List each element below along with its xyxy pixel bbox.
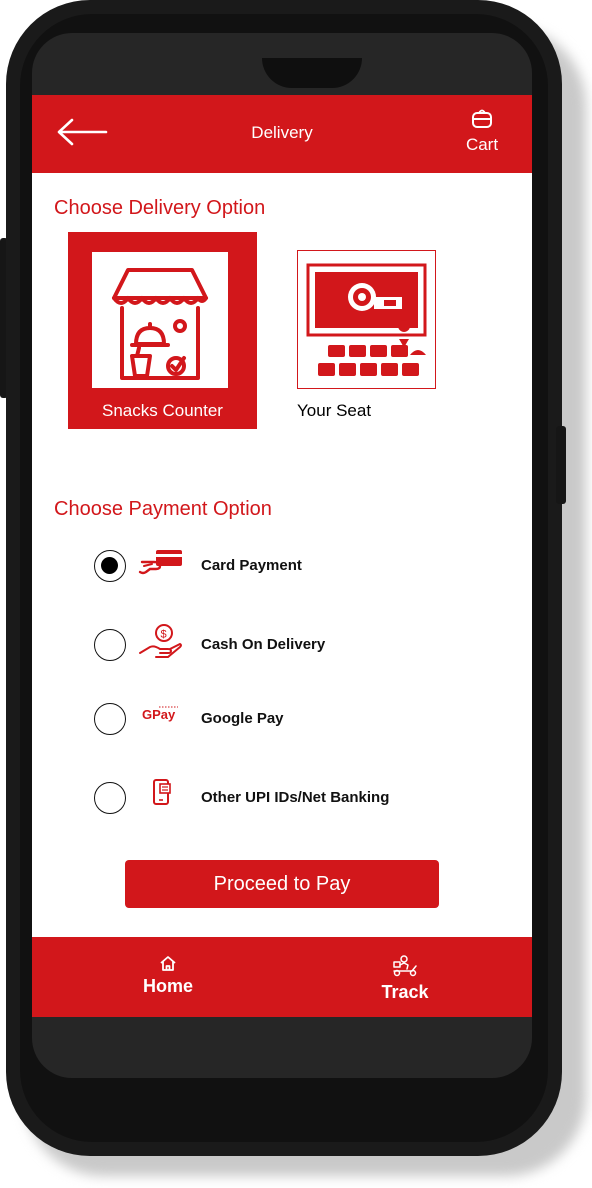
nav-home-label: Home — [142, 976, 193, 996]
svg-text:$: $ — [161, 629, 167, 641]
card-payment-label: Card Payment — [201, 557, 302, 574]
delivery-option-your-seat[interactable]: Your Seat — [297, 250, 436, 430]
nav-track[interactable]: Track — [355, 955, 455, 1003]
cash-hand-icon: $ — [139, 624, 182, 658]
nav-track-label: Track — [381, 982, 429, 1002]
cart-bag-icon — [472, 109, 492, 128]
delivery-scooter-icon — [393, 955, 417, 977]
app-screen: Delivery Cart Choose Delivery Option Sna… — [32, 95, 532, 1017]
cash-on-delivery-radio[interactable] — [94, 629, 126, 661]
nav-home[interactable]: Home — [118, 955, 218, 997]
google-pay-label: Google Pay — [201, 710, 284, 727]
your-seat-label: Your Seat — [297, 401, 372, 420]
bottom-navigation: Home Track — [32, 937, 532, 1017]
google-pay-radio[interactable] — [94, 703, 126, 735]
cart-button[interactable]: Cart — [460, 109, 504, 154]
upi-netbanking-label: Other UPI IDs/Net Banking — [201, 789, 390, 806]
card-payment-icon — [138, 550, 182, 575]
app-header: Delivery Cart — [32, 95, 532, 173]
proceed-to-pay-button[interactable]: Proceed to Pay — [125, 860, 439, 908]
snacks-counter-label: Snacks Counter — [102, 401, 223, 420]
phone-side-button-right — [556, 426, 566, 504]
page-title: Delivery — [251, 123, 313, 142]
google-pay-logo-icon: GPay — [142, 706, 178, 722]
google-pay-icon-text: GPay — [142, 707, 176, 722]
mobile-banking-icon — [153, 779, 171, 805]
your-seat-image — [297, 250, 436, 389]
snacks-counter-icon — [112, 268, 208, 380]
cart-label: Cart — [465, 135, 499, 154]
seat-delivery-icon — [306, 263, 427, 376]
radio-selected-dot — [101, 557, 118, 574]
delivery-option-snacks-counter[interactable]: Snacks Counter — [68, 232, 257, 429]
delivery-section-title: Choose Delivery Option — [54, 197, 266, 219]
snacks-counter-image — [92, 252, 228, 388]
payment-section-title: Choose Payment Option — [54, 498, 272, 520]
cash-icon-wrap: $ — [138, 623, 182, 663]
home-icon — [160, 956, 176, 971]
card-payment-icon-wrap — [138, 544, 182, 584]
google-pay-icon: GPay — [138, 697, 182, 737]
upi-netbanking-radio[interactable] — [94, 782, 126, 814]
upi-icon-wrap — [138, 776, 182, 816]
phone-notch — [262, 58, 362, 88]
cash-on-delivery-label: Cash On Delivery — [201, 636, 326, 653]
card-payment-radio[interactable] — [94, 550, 126, 582]
